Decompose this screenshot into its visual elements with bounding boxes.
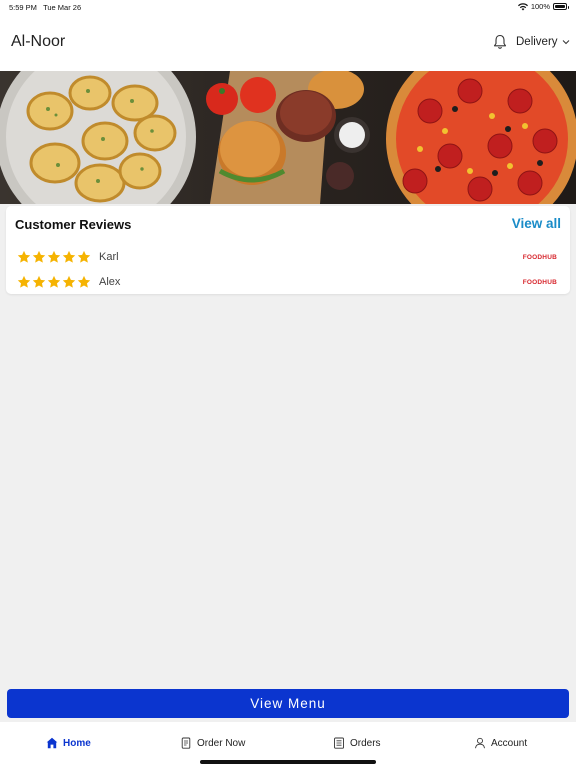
star-icon [77, 250, 91, 263]
rating-stars [17, 250, 91, 264]
view-all-reviews-link[interactable]: View all [512, 216, 561, 231]
bell-icon[interactable] [493, 34, 507, 50]
rating-stars [17, 275, 91, 289]
tab-order-now[interactable]: Order Now [180, 737, 245, 749]
tab-order-now-label: Order Now [197, 737, 246, 749]
wifi-icon [517, 2, 528, 10]
star-icon [32, 275, 46, 288]
home-icon [46, 737, 58, 749]
customer-reviews-card: Customer Reviews View all Karl FOODHUB A… [6, 206, 570, 294]
food-banner-image [0, 71, 576, 204]
tab-account-label: Account [491, 737, 528, 749]
status-time-text: 5:59 PM [9, 3, 37, 12]
tab-account[interactable]: Account [474, 737, 527, 749]
restaurant-name: Al-Noor [11, 33, 66, 50]
order-icon [181, 737, 191, 749]
account-icon [475, 737, 485, 749]
home-indicator [200, 760, 376, 764]
star-icon [62, 250, 76, 263]
hero-banner [0, 71, 576, 204]
star-icon [32, 250, 46, 263]
tab-home-label: Home [63, 737, 91, 749]
status-date-text: Tue Mar 26 [43, 3, 82, 12]
battery-icon [553, 3, 569, 10]
view-menu-button[interactable]: View Menu [7, 689, 569, 718]
star-icon [47, 275, 61, 288]
reviewer-name: Karl [99, 251, 119, 263]
reviewer-name: Alex [99, 276, 121, 288]
garlic-bread-plate [0, 71, 196, 204]
review-item: Karl FOODHUB [17, 249, 557, 265]
status-right: 100% [517, 2, 569, 11]
review-source-logo: FOODHUB [522, 253, 557, 261]
chevron-down-icon [562, 40, 569, 45]
tab-orders[interactable]: Orders [333, 737, 381, 749]
tab-home[interactable]: Home [46, 737, 91, 749]
orders-icon [334, 737, 344, 749]
review-item: Alex FOODHUB [17, 274, 557, 290]
reviews-title: Customer Reviews [15, 217, 132, 232]
star-icon [17, 250, 31, 263]
bottom-tab-bar: Home Order Now Orders Account [0, 722, 576, 768]
review-source-logo: FOODHUB [522, 278, 557, 286]
star-icon [17, 275, 31, 288]
order-type-selector[interactable]: Delivery [516, 36, 570, 48]
pizza [386, 71, 576, 204]
battery-percent: 100% [530, 2, 550, 11]
tab-orders-label: Orders [350, 737, 381, 749]
star-icon [77, 275, 91, 288]
order-type-label: Delivery [516, 36, 558, 48]
star-icon [62, 275, 76, 288]
status-bar: 5:59 PM Tue Mar 26 100% [0, 0, 576, 14]
status-time: 5:59 PM Tue Mar 26 [9, 3, 81, 12]
star-icon [47, 250, 61, 263]
app-header: Al-Noor Delivery [0, 14, 576, 71]
